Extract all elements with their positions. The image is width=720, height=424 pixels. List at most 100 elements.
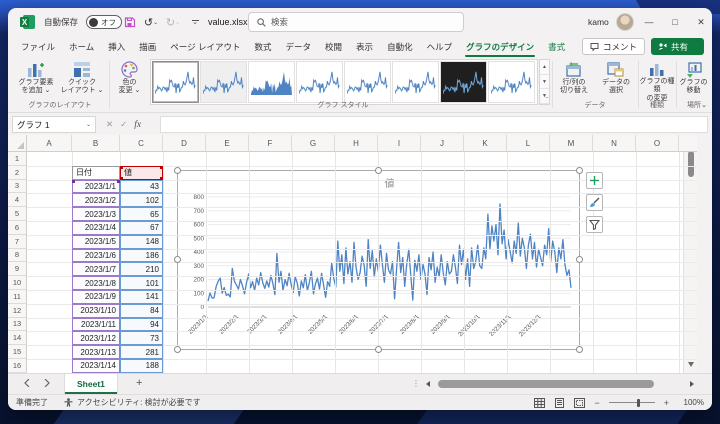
column-header[interactable]: O bbox=[636, 135, 679, 152]
value-cell[interactable]: 148 bbox=[120, 235, 163, 249]
change-colors-button[interactable]: 色の 変更 ⌄ bbox=[111, 59, 148, 103]
column-header[interactable]: P bbox=[679, 135, 697, 152]
row-header[interactable]: 6 bbox=[8, 221, 27, 235]
add-chart-element-button[interactable]: グラフ要素 を追加 ⌄ bbox=[14, 59, 58, 103]
range-handle[interactable] bbox=[120, 166, 123, 169]
date-cell[interactable]: 2023/1/12 bbox=[72, 331, 120, 345]
chart-selection-handle[interactable] bbox=[576, 346, 583, 353]
ribbon-tab[interactable]: 表示 bbox=[349, 36, 380, 57]
column-header[interactable]: N bbox=[593, 135, 636, 152]
ribbon-tab[interactable]: ホーム bbox=[62, 36, 101, 57]
table-header-value[interactable]: 値 bbox=[120, 166, 163, 180]
page-break-preview-button[interactable] bbox=[574, 398, 585, 408]
gallery-scroll[interactable]: ▲▼▼̲ bbox=[539, 59, 550, 105]
vertical-scrollbar[interactable] bbox=[683, 135, 697, 373]
quick-layout-button[interactable]: クイック レイアウト ⌄ bbox=[60, 59, 104, 103]
row-header[interactable]: 14 bbox=[8, 331, 27, 345]
value-cell[interactable]: 186 bbox=[120, 249, 163, 263]
date-cell[interactable]: 2023/1/8 bbox=[72, 276, 120, 290]
column-header[interactable]: A bbox=[27, 135, 72, 152]
column-header[interactable]: F bbox=[249, 135, 292, 152]
value-cell[interactable]: 281 bbox=[120, 345, 163, 359]
normal-view-button[interactable] bbox=[534, 398, 545, 408]
chart-style-thumbnail[interactable] bbox=[248, 61, 295, 103]
ribbon-tab[interactable]: 校閲 bbox=[318, 36, 349, 57]
close-button[interactable]: ✕ bbox=[688, 8, 712, 36]
select-data-button[interactable]: データの 選択 bbox=[596, 59, 636, 103]
accessibility-status[interactable]: アクセシビリティ: 検討が必要です bbox=[64, 397, 201, 408]
date-cell[interactable]: 2023/1/7 bbox=[72, 262, 120, 276]
date-cell[interactable]: 2023/1/6 bbox=[72, 249, 120, 263]
column-header[interactable]: H bbox=[335, 135, 378, 152]
row-header[interactable]: 9 bbox=[8, 262, 27, 276]
value-cell[interactable]: 101 bbox=[120, 276, 163, 290]
account-name[interactable]: kamo bbox=[588, 8, 609, 36]
column-header[interactable]: G bbox=[292, 135, 335, 152]
range-handle[interactable] bbox=[117, 180, 120, 183]
date-cell[interactable]: 2023/1/2 bbox=[72, 193, 120, 207]
row-header[interactable]: 8 bbox=[8, 249, 27, 263]
ribbon-tab[interactable]: 書式 bbox=[541, 36, 572, 57]
value-cell[interactable]: 84 bbox=[120, 304, 163, 318]
row-header[interactable]: 1 bbox=[8, 152, 27, 166]
ribbon-tab[interactable]: グラフのデザイン bbox=[459, 36, 541, 57]
change-chart-type-button[interactable]: グラフの種類 の変更 bbox=[639, 59, 675, 103]
value-cell[interactable]: 210 bbox=[120, 262, 163, 276]
select-all-corner[interactable] bbox=[8, 135, 27, 152]
ribbon-tab[interactable]: ファイル bbox=[14, 36, 62, 57]
ribbon-tab[interactable]: ページ レイアウト bbox=[163, 36, 247, 57]
chart-style-thumbnail[interactable] bbox=[200, 61, 247, 103]
next-sheet-button[interactable] bbox=[44, 379, 50, 389]
comments-button[interactable]: コメント bbox=[582, 38, 645, 55]
chart-elements-button[interactable] bbox=[586, 172, 603, 189]
row-header[interactable]: 16 bbox=[8, 359, 27, 373]
zoom-out-button[interactable]: − bbox=[594, 398, 599, 408]
zoom-slider[interactable] bbox=[609, 402, 655, 403]
chart-style-thumbnail[interactable] bbox=[440, 61, 487, 103]
row-header[interactable]: 4 bbox=[8, 193, 27, 207]
ribbon-tab[interactable]: 描画 bbox=[132, 36, 163, 57]
chart-style-thumbnail[interactable] bbox=[392, 61, 439, 103]
column-header[interactable]: L bbox=[507, 135, 550, 152]
row-header[interactable]: 3 bbox=[8, 180, 27, 194]
chart-selection-handle[interactable] bbox=[375, 167, 382, 174]
date-cell[interactable]: 2023/1/9 bbox=[72, 290, 120, 304]
redo-button[interactable]: ↻⌄ bbox=[164, 13, 182, 31]
confirm-entry-icon[interactable]: ✓ bbox=[120, 119, 127, 130]
row-header[interactable]: 2 bbox=[8, 166, 27, 180]
formula-input[interactable] bbox=[160, 116, 708, 133]
chart-style-thumbnail[interactable] bbox=[488, 61, 535, 103]
row-header[interactable]: 13 bbox=[8, 318, 27, 332]
date-cell[interactable]: 2023/1/5 bbox=[72, 235, 120, 249]
qat-customize-button[interactable]: ⌄ bbox=[186, 13, 204, 31]
column-header[interactable]: C bbox=[120, 135, 163, 152]
ribbon-tab[interactable]: データ bbox=[279, 36, 319, 57]
ribbon-tab[interactable]: 自動化 bbox=[380, 36, 420, 57]
sheet-grid[interactable]: 値01002003004005006007008002023/1/12023/2… bbox=[8, 135, 697, 373]
date-cell[interactable]: 2023/1/13 bbox=[72, 345, 120, 359]
search-input[interactable]: 検索 bbox=[248, 12, 464, 32]
horizontal-scrollbar[interactable]: ⋮ bbox=[424, 378, 694, 390]
range-handle[interactable] bbox=[160, 166, 163, 169]
date-cell[interactable]: 2023/1/14 bbox=[72, 359, 120, 373]
save-button[interactable] bbox=[121, 13, 139, 31]
value-cell[interactable]: 102 bbox=[120, 193, 163, 207]
prev-sheet-button[interactable] bbox=[24, 379, 30, 389]
chart-selection-handle[interactable] bbox=[576, 256, 583, 263]
column-header[interactable]: K bbox=[464, 135, 507, 152]
switch-row-column-button[interactable]: 行/列の 切り替え bbox=[554, 59, 594, 103]
column-header[interactable]: I bbox=[378, 135, 421, 152]
date-cell[interactable]: 2023/1/1 bbox=[72, 180, 120, 194]
date-cell[interactable]: 2023/1/4 bbox=[72, 221, 120, 235]
chart-selection-handle[interactable] bbox=[576, 167, 583, 174]
row-header[interactable]: 5 bbox=[8, 207, 27, 221]
add-sheet-button[interactable]: + bbox=[136, 377, 142, 389]
ribbon-tab[interactable]: 数式 bbox=[248, 36, 279, 57]
table-header-date[interactable]: 日付 bbox=[72, 166, 120, 180]
chart-selection-handle[interactable] bbox=[174, 167, 181, 174]
value-cell[interactable]: 94 bbox=[120, 318, 163, 332]
column-header[interactable]: B bbox=[72, 135, 120, 152]
range-handle[interactable] bbox=[72, 180, 75, 183]
row-header[interactable]: 11 bbox=[8, 290, 27, 304]
value-cell[interactable]: 65 bbox=[120, 207, 163, 221]
